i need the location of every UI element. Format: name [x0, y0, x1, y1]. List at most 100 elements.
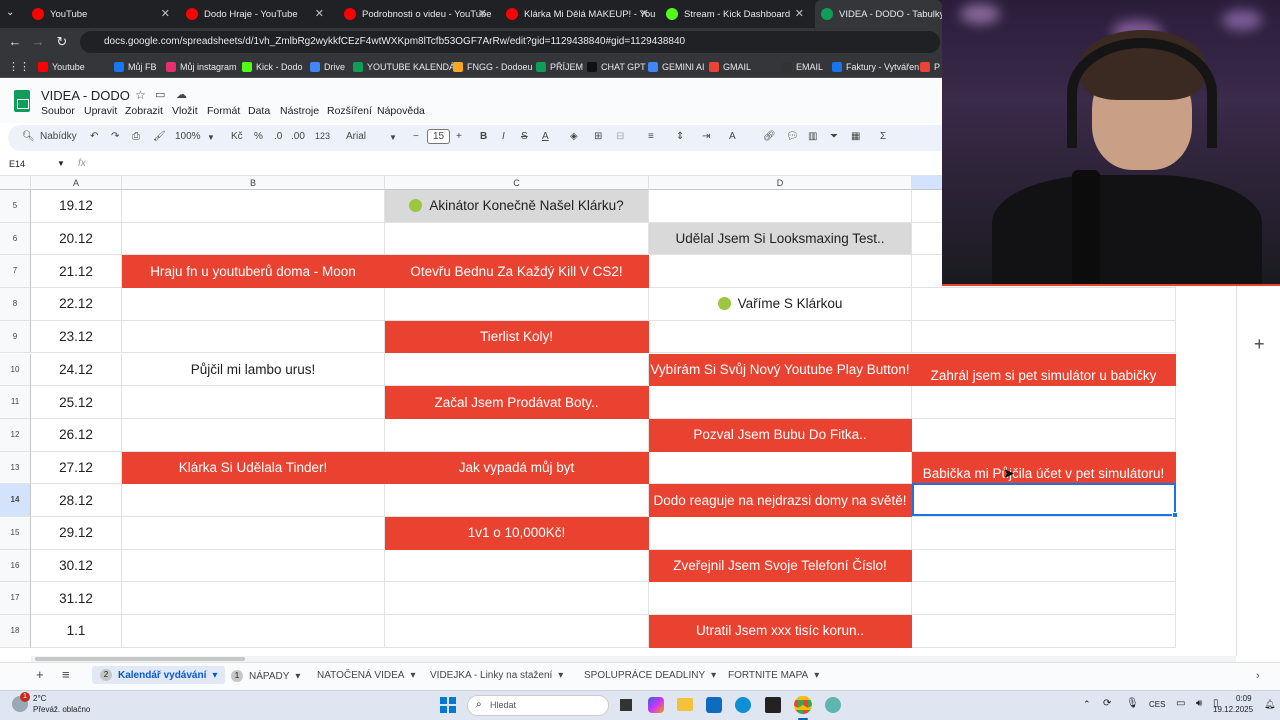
cell-e-17[interactable]	[912, 582, 1176, 616]
chart-icon[interactable]: ▥	[808, 131, 817, 142]
row-header[interactable]: 14	[0, 484, 31, 517]
date-cell[interactable]: 22.12	[31, 288, 122, 321]
corner-select-all[interactable]	[0, 176, 31, 190]
back-icon[interactable]: ←	[3, 34, 27, 49]
cell-d-9[interactable]	[649, 320, 912, 354]
bookmark-item[interactable]: CHAT GPT	[587, 60, 646, 74]
italic-icon[interactable]: I	[502, 131, 505, 142]
fill-handle[interactable]	[1172, 512, 1178, 518]
align-vertical-icon[interactable]: ⇕	[676, 131, 684, 142]
forward-icon[interactable]: →	[26, 34, 50, 49]
cell-e-11[interactable]	[912, 386, 1176, 419]
cell-d-10[interactable]: Vybírám Si Svůj Nový Youtube Play Button…	[649, 353, 912, 387]
bookmark-item[interactable]: EMAIL	[782, 60, 823, 74]
clock-date[interactable]: 19.12.2025	[1213, 705, 1253, 714]
cell-d-7[interactable]	[649, 255, 912, 289]
browser-tab[interactable]: Dodo Hraje - YouTube ✕	[180, 0, 330, 28]
menu-item[interactable]: Formát	[207, 105, 240, 117]
browser-tab[interactable]: VIDEA - DODO - Tabulky Goo	[815, 0, 942, 28]
cell-d-16[interactable]: Zveřejnil Jsem Svoje Telefoní Číslo!	[649, 549, 912, 583]
row-header[interactable]: 13	[0, 451, 31, 485]
menu-item[interactable]: Rozšíření	[327, 105, 372, 117]
text-rotation-icon[interactable]: A	[729, 131, 736, 142]
undo-icon[interactable]: ↶	[90, 131, 98, 142]
mic-icon[interactable]: 🎙︎	[1126, 698, 1139, 709]
sheet-tab[interactable]: VIDEJKA - Linky na stažení ▾	[430, 670, 563, 681]
cell-d-11[interactable]	[649, 386, 912, 419]
currency-button[interactable]: Kč	[231, 131, 243, 142]
column-header-d[interactable]: D	[649, 176, 912, 190]
date-cell[interactable]: 28.12	[31, 484, 122, 517]
cell-c-14[interactable]	[385, 484, 649, 517]
horizontal-scrollbar-thumb[interactable]	[35, 657, 245, 661]
task-view-icon[interactable]	[620, 699, 632, 711]
sheet-tab[interactable]: SPOLUPRÁCE DEADLINY ▾	[584, 670, 716, 681]
name-box[interactable]: E14	[9, 159, 25, 169]
date-cell[interactable]: 23.12	[31, 320, 122, 354]
taskbar-search-box[interactable]: ⌕ Hledat	[467, 695, 609, 716]
explore-icon[interactable]: ›	[1256, 670, 1260, 682]
number-format-button[interactable]: 123	[315, 131, 330, 141]
cell-d-6[interactable]: Udělal Jsem Si Looksmaxing Test..	[649, 222, 912, 256]
cell-c-16[interactable]	[385, 549, 649, 583]
font-size-input[interactable]: 15	[427, 129, 451, 144]
edge-icon[interactable]	[735, 697, 751, 713]
comment-icon[interactable]: 💬︎	[786, 131, 799, 142]
zoom-chevron-icon[interactable]: ▼	[207, 133, 215, 142]
menu-item[interactable]: Upravit	[84, 105, 117, 117]
cell-c-5[interactable]: Akinátor Konečně Našel Klárku?	[385, 190, 649, 223]
font-chevron-icon[interactable]: ▼	[389, 133, 397, 142]
tab-close-icon[interactable]: ✕	[640, 7, 649, 20]
date-cell[interactable]: 26.12	[31, 418, 122, 452]
cell-d-18[interactable]: Utratil Jsem xxx tisíc korun..	[649, 615, 912, 648]
notification-bell-icon[interactable]: 🔔︎	[1264, 699, 1275, 710]
date-cell[interactable]: 20.12	[31, 222, 122, 256]
volume-icon[interactable]: 🔊︎	[1196, 698, 1202, 709]
row-header[interactable]: 8	[0, 288, 31, 321]
cell-e-15[interactable]	[912, 517, 1176, 550]
sheet-tab-menu-icon[interactable]: ▾	[212, 670, 217, 681]
bookmark-item[interactable]: P	[920, 60, 940, 74]
merge-cells-icon[interactable]: ⊟	[616, 131, 624, 142]
row-header[interactable]: 18	[0, 615, 31, 648]
row-header[interactable]: 16	[0, 549, 31, 583]
reload-icon[interactable]: ↻	[50, 34, 74, 50]
row-header[interactable]: 10	[0, 353, 31, 387]
outlook-icon[interactable]	[706, 697, 722, 713]
filter-views-icon[interactable]: ▦	[851, 131, 860, 142]
bookmark-item[interactable]: Youtube	[38, 60, 85, 74]
paint-format-icon[interactable]: 🖌︎	[153, 131, 166, 142]
row-header[interactable]: 11	[0, 386, 31, 419]
cell-c-18[interactable]	[385, 615, 649, 648]
cell-c-6[interactable]	[385, 222, 649, 256]
sheet-tab-menu-icon[interactable]: ▾	[711, 670, 716, 681]
copilot-icon[interactable]	[648, 697, 664, 713]
weather-temp[interactable]: 2°C	[33, 694, 46, 703]
sheet-tab-menu-icon[interactable]: ▾	[558, 670, 563, 681]
cell-d-14[interactable]: Dodo reaguje na nejdrazsi domy na světě!	[649, 484, 912, 517]
date-cell[interactable]: 21.12	[31, 255, 122, 289]
row-header[interactable]: 5	[0, 190, 31, 223]
sheet-tab[interactable]: FORTNITE MAPA ▾	[728, 670, 819, 681]
cell-b-14[interactable]	[122, 484, 385, 517]
network-icon[interactable]: ▭	[1176, 698, 1185, 709]
row-header[interactable]: 9	[0, 320, 31, 354]
row-header[interactable]: 7	[0, 255, 31, 289]
cell-d-17[interactable]	[649, 582, 912, 616]
cell-b-16[interactable]	[122, 549, 385, 583]
cell-b-13[interactable]: Klárka Si Udělala Tinder!	[122, 451, 385, 485]
bookmark-item[interactable]: GEMINI AI	[648, 60, 705, 74]
cell-b-8[interactable]	[122, 288, 385, 321]
cell-d-12[interactable]: Pozval Jsem Bubu Do Fitka..	[649, 418, 912, 452]
cell-c-9[interactable]: Tierlist Koly!	[385, 320, 649, 354]
cell-b-10[interactable]: Půjčil mi lambo urus!	[122, 353, 385, 387]
bold-icon[interactable]: B	[480, 131, 487, 142]
apps-icon[interactable]: ⋮⋮	[8, 60, 30, 73]
redo-icon[interactable]: ↷	[111, 131, 119, 142]
cell-e-18[interactable]	[912, 615, 1176, 648]
sheet-tab[interactable]: 1 NÁPADY ▾	[231, 670, 300, 682]
date-cell[interactable]: 27.12	[31, 451, 122, 485]
filter-icon[interactable]: ⏷	[830, 131, 838, 142]
bookmark-item[interactable]: YOUTUBE KALENDÁŘ	[353, 60, 462, 74]
sheet-tab[interactable]: NATOČENÁ VIDEA ▾	[317, 670, 415, 681]
